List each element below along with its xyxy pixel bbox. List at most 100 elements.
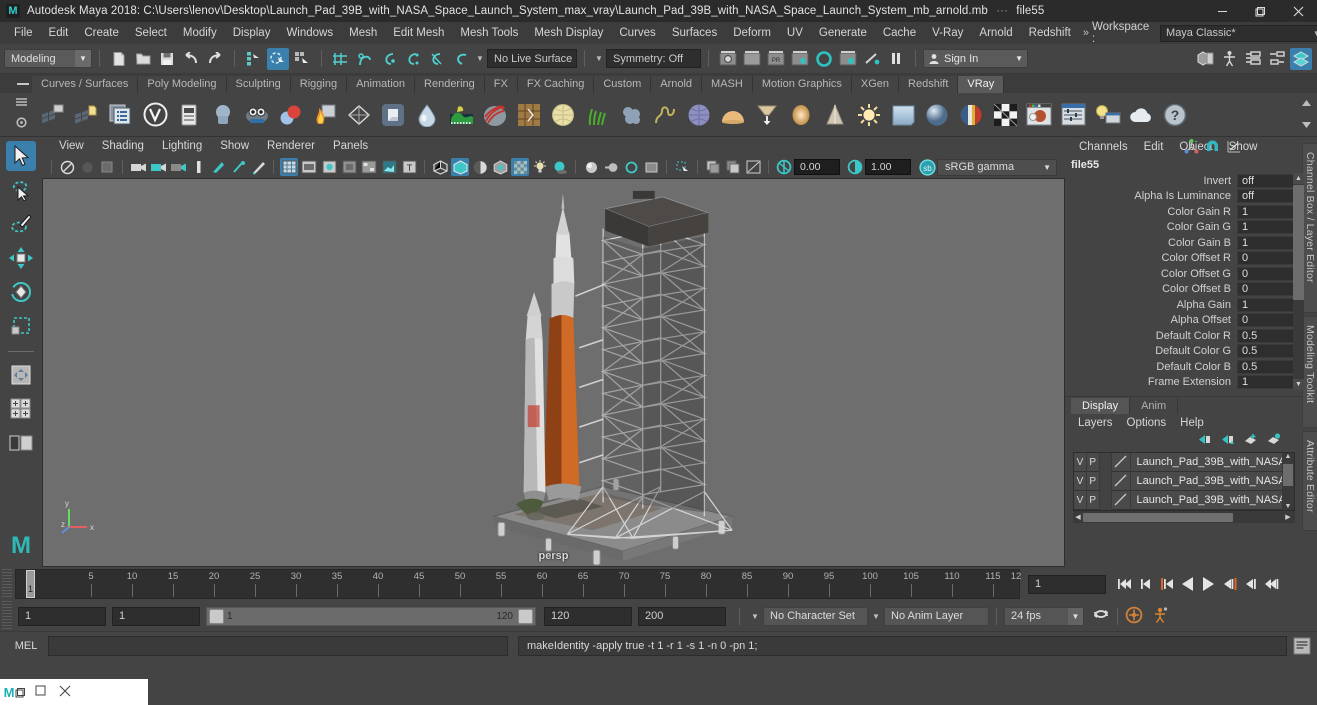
table-row[interactable]: Color Gain R 1 xyxy=(1065,204,1303,220)
vray-dome-light-icon[interactable] xyxy=(377,99,409,131)
vray-render-icon[interactable] xyxy=(37,99,69,131)
toggle-gate-mask-icon[interactable] xyxy=(340,158,358,176)
exposure-icon[interactable] xyxy=(775,158,793,176)
menu-arnold[interactable]: Arnold xyxy=(971,22,1020,44)
scroll-up-icon[interactable]: ▲ xyxy=(1293,173,1304,184)
drag-handle[interactable] xyxy=(2,601,12,631)
menu-mesh[interactable]: Mesh xyxy=(341,22,385,44)
scrollbar-thumb[interactable] xyxy=(1083,512,1233,522)
image-plane-icon[interactable] xyxy=(129,158,147,176)
range-start-field[interactable]: 1 xyxy=(112,606,200,626)
menu-windows[interactable]: Windows xyxy=(278,22,341,44)
vray-water-icon[interactable] xyxy=(411,99,443,131)
close-icon[interactable] xyxy=(1279,0,1317,22)
snap-to-point-icon[interactable] xyxy=(378,48,400,70)
character-set-field[interactable]: No Character Set xyxy=(763,606,868,626)
vray-material-preview-icon[interactable] xyxy=(1023,99,1055,131)
current-frame-field[interactable]: 1 xyxy=(1028,574,1106,594)
taskbar-maya-icon[interactable]: M xyxy=(0,685,30,700)
shelf-tab-motion-graphics[interactable]: Motion Graphics xyxy=(752,76,852,93)
list-item[interactable]: V P Launch_Pad_39B_with_NASA_Space xyxy=(1074,490,1294,510)
menu-redshift[interactable]: Redshift xyxy=(1021,22,1079,44)
save-scene-icon[interactable] xyxy=(156,48,178,70)
scroll-down-icon[interactable]: ▼ xyxy=(1282,503,1294,510)
viewport-menu-shading[interactable]: Shading xyxy=(93,137,153,156)
step-back-frame-icon[interactable] xyxy=(1157,573,1176,595)
select-object-icon[interactable] xyxy=(673,158,691,176)
layer-new-icon[interactable] xyxy=(1243,433,1258,449)
tab-attribute-editor[interactable]: Attribute Editor xyxy=(1302,431,1317,531)
shelf-tab-poly-modeling[interactable]: Poly Modeling xyxy=(138,76,227,93)
tab-channel-box-layer-editor[interactable]: Channel Box / Layer Editor xyxy=(1302,143,1317,313)
exposure-control-icon[interactable] xyxy=(360,158,378,176)
select-by-object-type-icon[interactable] xyxy=(267,47,289,70)
step-back-keyframe-icon[interactable] xyxy=(1136,573,1155,595)
layer-new-selected-icon[interactable] xyxy=(1266,433,1281,449)
select-by-hierarchy-icon[interactable] xyxy=(243,48,265,70)
drag-handle[interactable] xyxy=(2,569,12,599)
hypershade-icon[interactable] xyxy=(813,48,835,70)
tab-display[interactable]: Display xyxy=(1071,398,1131,414)
undo-icon[interactable] xyxy=(180,48,202,70)
snap-to-view-planes-icon[interactable] xyxy=(426,48,448,70)
anti-aliasing-icon[interactable] xyxy=(622,158,640,176)
shelf-tab-redshift[interactable]: Redshift xyxy=(899,76,959,93)
menu-surfaces[interactable]: Surfaces xyxy=(664,22,725,44)
viewport-menu-view[interactable]: View xyxy=(50,137,93,156)
vray-render-last-icon[interactable] xyxy=(71,99,103,131)
new-scene-icon[interactable] xyxy=(108,48,130,70)
camera-shake-icon[interactable] xyxy=(229,158,247,176)
layer-color-swatch[interactable] xyxy=(1112,452,1132,472)
shading-with-textures-icon[interactable] xyxy=(471,158,489,176)
pause-render-icon[interactable] xyxy=(885,48,907,70)
shelf-tab-arnold[interactable]: Arnold xyxy=(651,76,703,93)
vray-triplanar-icon[interactable] xyxy=(513,99,545,131)
shelf-settings-icon[interactable] xyxy=(15,116,28,132)
vray-frame-buffer-icon[interactable] xyxy=(105,99,137,131)
menu-mesh-display[interactable]: Mesh Display xyxy=(526,22,611,44)
vray-fur-icon[interactable] xyxy=(581,99,613,131)
vray-blend-mtl-icon[interactable] xyxy=(275,99,307,131)
menu-display[interactable]: Display xyxy=(225,22,279,44)
play-backwards-icon[interactable] xyxy=(1178,573,1197,595)
wireframe-shading-icon[interactable] xyxy=(431,158,449,176)
menu-generate[interactable]: Generate xyxy=(811,22,875,44)
table-row[interactable]: Alpha Is Luminance off xyxy=(1065,189,1303,205)
select-by-component-type-icon[interactable] xyxy=(291,48,313,70)
layer-list[interactable]: V P Launch_Pad_39B_with_NASA_Space V P xyxy=(1073,452,1295,511)
ipr-render-icon[interactable]: PR xyxy=(765,48,787,70)
animation-preferences-icon[interactable] xyxy=(1151,606,1169,627)
menu-edit-mesh[interactable]: Edit Mesh xyxy=(385,22,452,44)
command-language-label[interactable]: MEL xyxy=(4,640,48,652)
open-scene-icon[interactable] xyxy=(132,48,154,70)
play-forwards-icon[interactable] xyxy=(1199,573,1218,595)
scroll-down-icon[interactable]: ▼ xyxy=(1293,379,1304,390)
menu-create[interactable]: Create xyxy=(76,22,127,44)
camera-attributes-icon[interactable] xyxy=(78,158,96,176)
menu-select[interactable]: Select xyxy=(127,22,175,44)
shelf-tab-fx-caching[interactable]: FX Caching xyxy=(517,76,595,93)
paint-select-icon[interactable] xyxy=(6,209,36,239)
menu-mesh-tools[interactable]: Mesh Tools xyxy=(452,22,526,44)
animation-end-field[interactable]: 200 xyxy=(638,606,726,626)
menu-cache[interactable]: Cache xyxy=(875,22,924,44)
shelf-tab-rendering[interactable]: Rendering xyxy=(415,76,485,93)
layer-visibility-toggle[interactable]: V xyxy=(1074,490,1087,510)
animation-start-field[interactable]: 1 xyxy=(18,606,106,626)
shelf-tab-xgen[interactable]: XGen xyxy=(851,76,900,93)
table-row[interactable]: Color Gain B 1 xyxy=(1065,235,1303,251)
scale-tool-icon[interactable] xyxy=(6,311,36,341)
vray-settings-icon[interactable] xyxy=(1057,99,1089,131)
table-row[interactable]: Color Gain G 1 xyxy=(1065,220,1303,236)
select-tool-icon[interactable] xyxy=(6,141,36,171)
scrollbar-thumb[interactable] xyxy=(1293,185,1304,300)
vray-cloud-icon[interactable] xyxy=(1125,99,1157,131)
redo-previous-render-icon[interactable] xyxy=(741,48,763,70)
x-ray-mode-icon[interactable] xyxy=(511,158,529,176)
use-all-lights-icon[interactable] xyxy=(491,158,509,176)
layer-playback-toggle[interactable]: P xyxy=(1087,452,1100,472)
menu-file[interactable]: File xyxy=(6,22,41,44)
anim-layer-field[interactable]: No Anim Layer xyxy=(884,606,989,626)
move-tool-icon[interactable] xyxy=(6,243,36,273)
quad-view-icon[interactable] xyxy=(6,428,36,458)
